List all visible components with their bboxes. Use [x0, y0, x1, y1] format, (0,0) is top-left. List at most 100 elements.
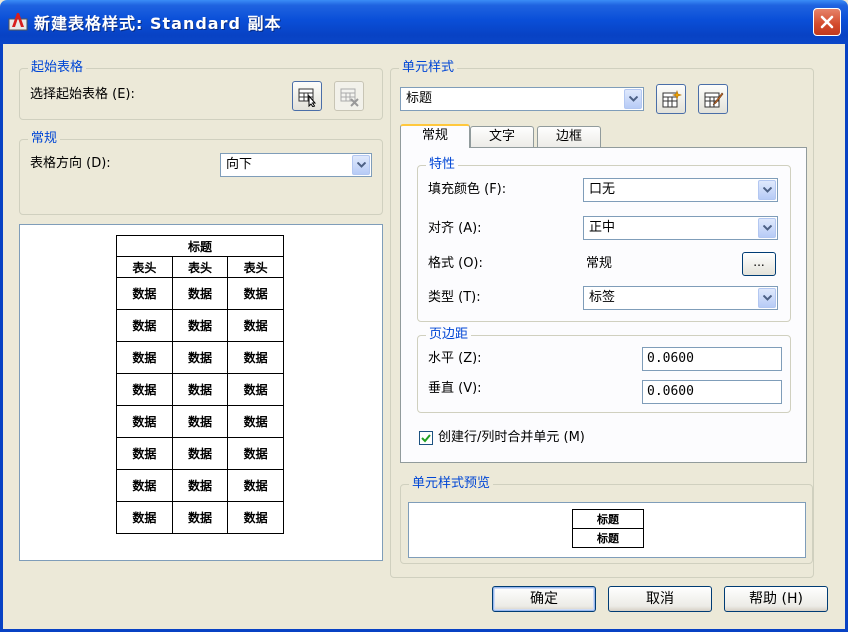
cell-preview-table: 标题 标题	[572, 509, 644, 548]
margins-legend: 页边距	[426, 327, 472, 343]
preview-table-data-cell: 数据	[227, 469, 284, 502]
table-direction-dropdown[interactable]: 向下	[220, 153, 372, 177]
tab-text[interactable]: 文字	[470, 126, 534, 148]
table-direction-value: 向下	[226, 157, 253, 172]
cell-preview-legend: 单元样式预览	[409, 476, 494, 492]
preview-table-header: 表头	[116, 256, 173, 278]
cancel-button[interactable]: 取消	[608, 586, 712, 612]
preview-table-data-cell: 数据	[116, 373, 173, 406]
cell-style-dropdown-arrow[interactable]	[624, 89, 642, 109]
cell-preview-cell: 标题	[572, 509, 644, 529]
general-group: 常规 表格方向 (D): 向下	[19, 131, 383, 215]
start-table-legend: 起始表格	[28, 60, 87, 76]
window-title: 新建表格样式: Standard 副本	[34, 14, 282, 33]
preview-table-title: 标题	[116, 235, 284, 257]
cell-preview-group: 单元样式预览 标题 标题	[400, 476, 813, 564]
type-label: 类型 (T):	[428, 290, 481, 305]
manage-cell-styles-button[interactable]	[698, 84, 728, 114]
help-button[interactable]: 帮助 (H)	[724, 586, 828, 612]
merge-cells-label[interactable]: 创建行/列时合并单元 (M)	[438, 430, 585, 446]
vertical-margin-input[interactable]	[647, 384, 767, 399]
fill-color-dropdown-arrow[interactable]	[758, 180, 776, 200]
manage-styles-icon	[704, 92, 724, 108]
type-dropdown[interactable]: 标签	[583, 286, 778, 310]
preview-table-data-cell: 数据	[171, 277, 229, 310]
ok-button[interactable]: 确定	[492, 586, 596, 612]
new-style-icon	[662, 90, 682, 108]
table-remove-icon	[340, 88, 359, 107]
preview-table-data-cell: 数据	[171, 405, 229, 438]
fill-color-dropdown[interactable]: 口无	[583, 178, 778, 202]
dialog-window: 新建表格样式: Standard 副本 起始表格 选择起始表格 (E): 常规 …	[0, 0, 848, 632]
preview-table-data-cell: 数据	[227, 341, 284, 374]
merge-cells-checkbox[interactable]	[419, 431, 433, 445]
alignment-dropdown-arrow[interactable]	[758, 218, 776, 238]
preview-table: 标题 表头 表头 表头 数据 数据 数据 数据 数据 数据 数据 数据 数据 数据 数据 数据 数据 数据…	[116, 235, 284, 534]
preview-table-data-cell: 数据	[227, 373, 284, 406]
horizontal-margin-input[interactable]	[647, 351, 767, 366]
type-value: 标签	[589, 290, 616, 305]
table-style-preview: 标题 表头 表头 表头 数据 数据 数据 数据 数据 数据 数据 数据 数据 数据 数据 数据 数据 数据…	[19, 224, 383, 561]
chevron-down-icon	[763, 225, 772, 231]
horizontal-margin-field[interactable]	[642, 347, 782, 371]
preview-table-data-cell: 数据	[116, 309, 173, 342]
format-browse-button[interactable]: ...	[742, 252, 776, 276]
type-dropdown-arrow[interactable]	[758, 288, 776, 308]
preview-table-data-cell: 数据	[116, 437, 173, 470]
preview-table-data-cell: 数据	[171, 341, 229, 374]
start-table-group: 起始表格 选择起始表格 (E):	[19, 60, 383, 120]
properties-group: 特性 填充颜色 (F): 口无 对齐 (A): 正中 格式 (O): 常规 ..…	[417, 157, 791, 322]
cell-style-dropdown[interactable]: 标题	[400, 87, 644, 111]
preview-table-data-cell: 数据	[116, 469, 173, 502]
table-direction-dropdown-arrow[interactable]	[352, 155, 370, 175]
tab-panel-general: 特性 填充颜色 (F): 口无 对齐 (A): 正中 格式 (O): 常规 ..…	[400, 147, 807, 463]
preview-table-data-cell: 数据	[116, 501, 173, 534]
tab-general[interactable]: 常规	[400, 124, 470, 148]
preview-table-data-cell: 数据	[171, 501, 229, 534]
chevron-down-icon	[629, 96, 638, 102]
preview-table-data-cell: 数据	[171, 309, 229, 342]
preview-table-header: 表头	[227, 256, 284, 278]
general-legend: 常规	[28, 131, 61, 147]
fill-color-value: 口无	[589, 182, 616, 197]
alignment-label: 对齐 (A):	[428, 221, 482, 236]
cell-style-preview: 标题 标题	[408, 502, 806, 558]
checkmark-icon	[421, 434, 431, 443]
preview-table-data-cell: 数据	[171, 437, 229, 470]
fill-color-label: 填充颜色 (F):	[428, 182, 507, 197]
close-icon	[820, 15, 834, 29]
alignment-dropdown[interactable]: 正中	[583, 216, 778, 240]
remove-table-button[interactable]	[334, 81, 364, 111]
vertical-margin-field[interactable]	[642, 380, 782, 404]
cell-style-value: 标题	[406, 91, 433, 106]
preview-table-data-cell: 数据	[227, 277, 284, 310]
table-direction-label: 表格方向 (D):	[30, 156, 111, 171]
title-bar[interactable]: 新建表格样式: Standard 副本	[0, 0, 848, 44]
close-button[interactable]	[813, 8, 841, 36]
preview-table-header: 表头	[171, 256, 229, 278]
preview-table-data-cell: 数据	[171, 373, 229, 406]
alignment-value: 正中	[589, 220, 616, 235]
select-start-table-label: 选择起始表格 (E):	[30, 87, 135, 102]
cell-preview-cell: 标题	[572, 528, 644, 548]
window-frame-left	[0, 44, 3, 632]
preview-table-data-cell: 数据	[227, 309, 284, 342]
autocad-app-icon	[8, 13, 28, 31]
chevron-down-icon	[763, 295, 772, 301]
preview-table-data-cell: 数据	[227, 437, 284, 470]
chevron-down-icon	[763, 187, 772, 193]
cell-style-legend: 单元样式	[399, 60, 458, 76]
format-label: 格式 (O):	[428, 256, 483, 271]
new-cell-style-button[interactable]	[656, 84, 686, 114]
format-value: 常规	[586, 256, 613, 271]
select-table-button[interactable]	[292, 81, 322, 111]
margins-group: 页边距 水平 (Z): 垂直 (V):	[417, 327, 791, 413]
table-select-icon	[298, 88, 317, 107]
preview-table-data-cell: 数据	[227, 501, 284, 534]
tab-borders[interactable]: 边框	[537, 126, 601, 148]
preview-table-data-cell: 数据	[116, 277, 173, 310]
preview-table-data-cell: 数据	[171, 469, 229, 502]
horizontal-margin-label: 水平 (Z):	[428, 351, 482, 366]
properties-legend: 特性	[426, 157, 459, 173]
preview-table-data-cell: 数据	[116, 405, 173, 438]
